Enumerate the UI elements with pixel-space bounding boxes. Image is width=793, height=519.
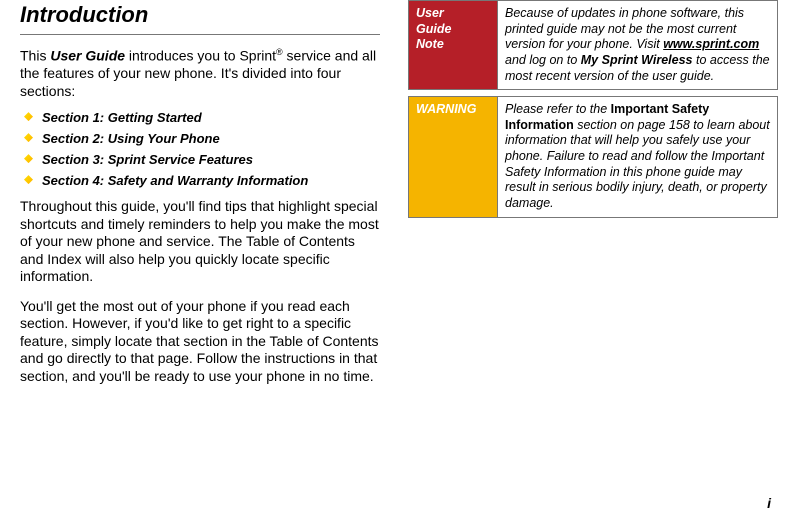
list-item: Section 1: Getting Started (20, 110, 380, 125)
warning-body: Please refer to the Important Safety Inf… (498, 97, 778, 217)
section-list: Section 1: Getting Started Section 2: Us… (20, 110, 380, 188)
note-body: Because of updates in phone software, th… (498, 1, 778, 90)
intro-paragraph: This User Guide introduces you to Sprint… (20, 47, 380, 100)
diamond-bullet-icon (24, 133, 33, 142)
user-guide-note-box: User Guide Note Because of updates in ph… (408, 0, 778, 90)
body-paragraph-1: Throughout this guide, you'll find tips … (20, 198, 380, 286)
body-paragraph-2: You'll get the most out of your phone if… (20, 298, 380, 386)
list-item: Section 2: Using Your Phone (20, 131, 380, 146)
diamond-bullet-icon (24, 154, 33, 163)
page-number: i (767, 495, 771, 511)
list-item: Section 4: Safety and Warranty Informati… (20, 173, 380, 188)
warning-box: WARNING Please refer to the Important Sa… (408, 96, 778, 217)
note-label: User Guide Note (409, 1, 498, 90)
diamond-bullet-icon (24, 112, 33, 121)
page-title: Introduction (20, 2, 380, 28)
warning-label: WARNING (409, 97, 498, 217)
list-item: Section 3: Sprint Service Features (20, 152, 380, 167)
heading-rule (20, 34, 380, 35)
diamond-bullet-icon (24, 175, 33, 184)
